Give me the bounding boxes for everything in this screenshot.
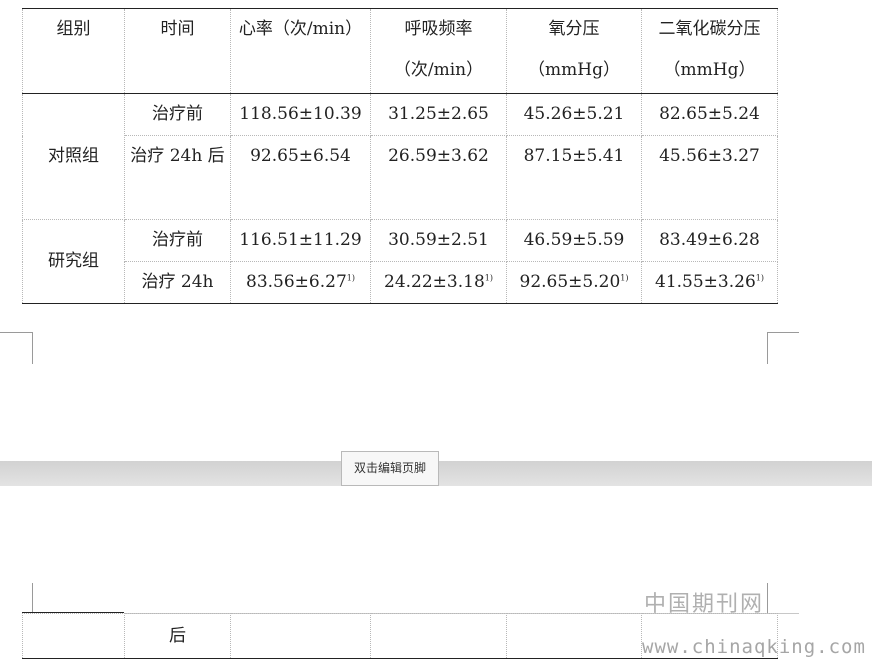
cell-empty [370, 613, 507, 659]
crop-mark-top-right-vertical [767, 332, 768, 364]
header-respiratory-rate: 呼吸频率（次/min） [370, 8, 507, 94]
value-text: 83.56±6.27 [246, 272, 347, 292]
header-time: 时间 [124, 8, 231, 94]
cell-rr: 30.59±2.51 [370, 219, 507, 262]
table-row: 对照组 治疗前 118.56±10.39 31.25±2.65 45.26±5.… [22, 93, 778, 220]
cell-po2: 46.59±5.59 [506, 219, 642, 262]
cell-time: 治疗前 [124, 93, 231, 136]
cell-po2: 45.26±5.21 [506, 93, 642, 136]
crop-mark-top-right [767, 332, 799, 333]
header-heart-rate: 心率（次/min） [230, 8, 371, 94]
table-row: 治疗 24h 83.56±6.271) 24.22±3.181) 92.65±5… [23, 261, 778, 304]
crop-mark-page2-right [767, 583, 768, 613]
cell-rr: 24.22±3.181) [370, 261, 507, 304]
cell-time: 治疗前 [124, 219, 231, 262]
group-study: 研究组 [22, 219, 125, 304]
cell-hr: 83.56±6.271) [230, 261, 371, 304]
header-po2: 氧分压（mmHg） [506, 8, 642, 94]
cell-hr: 116.51±11.29 [230, 219, 371, 262]
footnote-mark: 1) [620, 273, 629, 283]
value-text: 24.22±3.18 [384, 272, 485, 292]
footnote-mark: 1) [346, 273, 355, 283]
group-control: 对照组 [22, 93, 125, 220]
edit-footer-button[interactable]: 双击编辑页脚 [341, 451, 439, 486]
crop-mark-top-left [0, 332, 32, 364]
footnote-mark: 1) [755, 273, 764, 283]
cell-pco2: 83.49±6.28 [641, 219, 778, 262]
results-table: 组别 时间 心率（次/min） 呼吸频率（次/min） 氧分压（mmHg） 二氧… [22, 8, 778, 304]
table-row: 治疗 24h 后 92.65±6.54 26.59±3.62 87.15±5.4… [23, 135, 778, 220]
header-pco2: 二氧化碳分压（mmHg） [641, 8, 778, 94]
footnote-mark: 1) [484, 273, 493, 283]
cell-rr: 26.59±3.62 [370, 135, 507, 220]
cell-time: 治疗 24h [124, 261, 231, 304]
crop-mark-top-left-vertical [32, 332, 33, 364]
table-row: 研究组 治疗前 116.51±11.29 30.59±2.51 46.59±5.… [22, 219, 778, 304]
crop-mark-page2-left [32, 583, 33, 613]
header-group: 组别 [22, 8, 125, 94]
cell-time: 后 [124, 613, 231, 659]
cell-hr: 118.56±10.39 [230, 93, 371, 136]
value-text: 92.65±5.20 [519, 272, 621, 292]
cell-hr: 92.65±6.54 [230, 135, 371, 220]
cell-rr: 31.25±2.65 [370, 93, 507, 136]
value-text: 41.55±3.26 [655, 272, 756, 292]
header-po2-text: 氧分压（mmHg） [528, 19, 620, 80]
cell-pco2: 82.65±5.24 [641, 93, 778, 136]
cell-group-empty [22, 613, 125, 659]
cell-pco2: 41.55±3.261) [641, 261, 778, 304]
cell-empty [506, 613, 642, 659]
watermark-title: 中国期刊网 [644, 592, 765, 617]
cell-po2: 92.65±5.201) [506, 261, 642, 304]
watermark-url: www.chinaqking.com [642, 636, 866, 658]
cell-pco2: 45.56±3.27 [641, 135, 778, 220]
cell-empty [230, 613, 371, 659]
cell-po2: 87.15±5.41 [506, 135, 642, 220]
cell-time: 治疗 24h 后 [124, 135, 231, 220]
